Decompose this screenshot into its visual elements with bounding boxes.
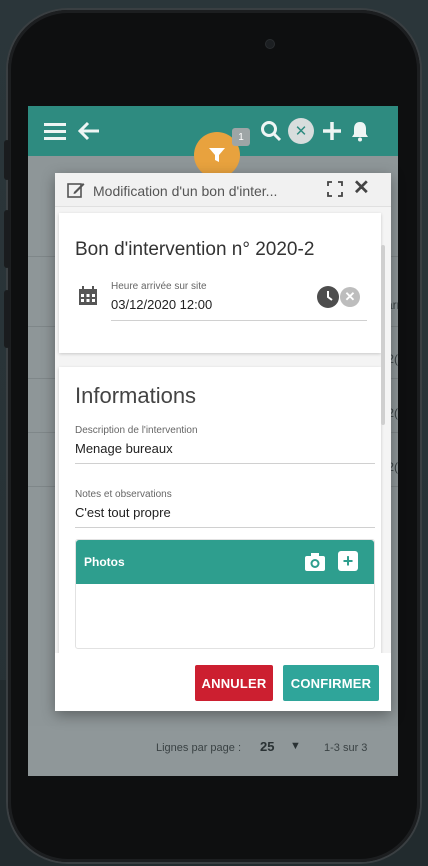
filter-icon: [209, 148, 225, 162]
dialog-footer: ANNULER CONFIRMER: [55, 653, 391, 711]
information-card: Informations Description de l'interventi…: [59, 367, 381, 653]
close-icon[interactable]: ✕: [353, 178, 370, 198]
field-underline: [111, 320, 367, 321]
description-label: Description de l'intervention: [75, 425, 198, 436]
arrival-time-label: Heure arrivée sur site: [111, 281, 207, 292]
dialog-body[interactable]: Bon d'intervention n° 2020-2 Heure arriv…: [55, 207, 391, 653]
edit-icon: [67, 183, 85, 198]
phone-volume-down-button: [4, 290, 10, 348]
pagination-range: 1-3 sur 3: [324, 742, 368, 754]
field-underline: [75, 463, 375, 464]
clear-icon[interactable]: ✕: [340, 287, 360, 307]
rows-per-page-label: Lignes par page :: [156, 742, 242, 754]
dialog-title: Modification d'un bon d'inter...: [93, 183, 278, 199]
camera-icon[interactable]: [304, 552, 326, 572]
field-underline: [75, 527, 375, 528]
arrow-left-icon[interactable]: [78, 121, 100, 141]
clock-hands: [327, 291, 333, 301]
photos-label: Photos: [84, 555, 125, 569]
plus-icon[interactable]: [322, 121, 342, 141]
calendar-icon: [79, 286, 97, 305]
description-input[interactable]: Menage bureaux: [75, 441, 173, 456]
rows-per-page-select[interactable]: 25: [260, 739, 274, 754]
cancel-button[interactable]: ANNULER: [195, 665, 273, 701]
confirm-button[interactable]: CONFIRMER: [283, 665, 379, 701]
phone-volume-up-button: [4, 210, 10, 268]
hamburger-icon[interactable]: [44, 122, 66, 140]
search-icon[interactable]: [260, 120, 282, 142]
section-title: Informations: [75, 383, 197, 408]
notes-label: Notes et observations: [75, 489, 172, 500]
photos-header: Photos +: [76, 540, 374, 584]
tools-icon[interactable]: ✕: [288, 118, 314, 144]
phone-side-button: [4, 140, 10, 180]
photos-panel: Photos +: [75, 539, 375, 649]
arrival-time-input[interactable]: 03/12/2020 12:00: [111, 297, 212, 312]
fullscreen-icon[interactable]: [327, 181, 343, 197]
bell-icon[interactable]: [350, 120, 370, 142]
clock-icon[interactable]: [317, 286, 339, 308]
intervention-card: Bon d'intervention n° 2020-2 Heure arriv…: [59, 213, 381, 353]
dialog-header: Modification d'un bon d'inter... ✕: [55, 173, 391, 207]
phone-camera: [266, 40, 274, 48]
notes-input[interactable]: C'est tout propre: [75, 505, 171, 520]
add-photo-icon[interactable]: +: [338, 551, 358, 571]
chevron-down-icon[interactable]: ▼: [290, 740, 301, 752]
intervention-title: Bon d'intervention n° 2020-2: [75, 239, 315, 260]
filter-count-badge: 1: [232, 128, 250, 146]
scrollbar[interactable]: [381, 245, 385, 425]
edit-intervention-dialog: Modification d'un bon d'inter... ✕ Bon d…: [55, 173, 391, 711]
